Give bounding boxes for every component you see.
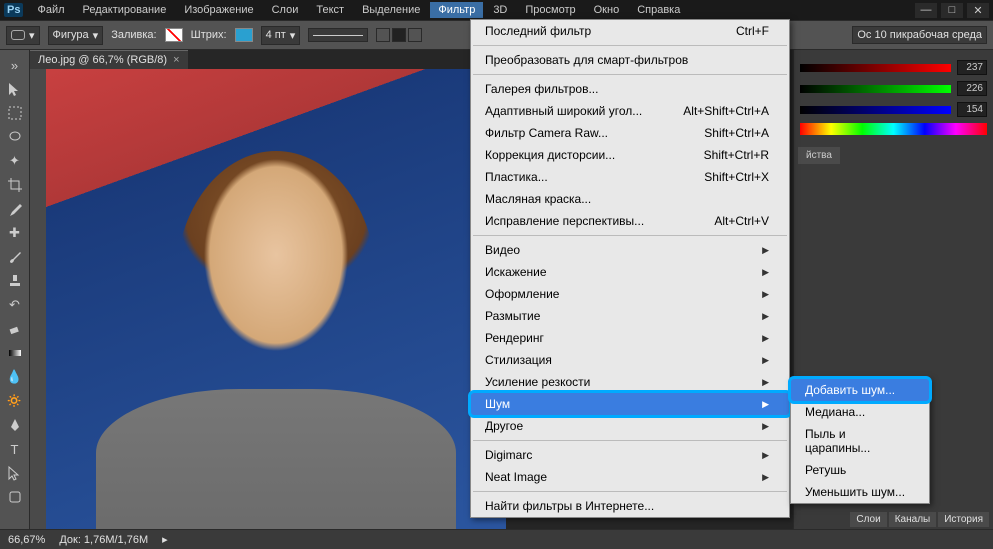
eraser-tool[interactable] bbox=[4, 318, 26, 340]
channels-tab[interactable]: Каналы bbox=[889, 512, 937, 527]
menu-filter[interactable]: Фильтр bbox=[430, 2, 483, 18]
history-brush-tool[interactable]: ↶ bbox=[4, 294, 26, 316]
menu-render[interactable]: Рендеринг▶ bbox=[471, 327, 789, 349]
menu-other[interactable]: Другое▶ bbox=[471, 415, 789, 437]
crop-tool[interactable] bbox=[4, 174, 26, 196]
red-slider[interactable] bbox=[800, 64, 951, 72]
shape-label: Фигура bbox=[53, 29, 89, 41]
status-bar: 66,67% Док: 1,76M/1,76M ▸ bbox=[0, 529, 993, 549]
shape-tool[interactable] bbox=[4, 486, 26, 508]
green-slider[interactable] bbox=[800, 85, 951, 93]
menu-median[interactable]: Медиана... bbox=[791, 401, 929, 423]
menu-text[interactable]: Текст bbox=[308, 2, 352, 18]
menu-video[interactable]: Видео▶ bbox=[471, 239, 789, 261]
maximize-button[interactable]: □ bbox=[941, 3, 963, 18]
properties-panel-tab[interactable]: йства bbox=[798, 147, 840, 164]
hue-strip[interactable] bbox=[800, 123, 987, 135]
stamp-tool[interactable] bbox=[4, 270, 26, 292]
align-box[interactable] bbox=[408, 28, 422, 42]
minimize-button[interactable]: — bbox=[915, 3, 937, 18]
brush-tool[interactable] bbox=[4, 246, 26, 268]
blue-slider[interactable] bbox=[800, 106, 951, 114]
menu-oil-paint[interactable]: Масляная краска... bbox=[471, 188, 789, 210]
align-box[interactable] bbox=[392, 28, 406, 42]
menu-retouch[interactable]: Ретушь bbox=[791, 459, 929, 481]
lower-panel-tabs: Слои Каналы История bbox=[850, 512, 989, 527]
menu-find-filters[interactable]: Найти фильтры в Интернете... bbox=[471, 495, 789, 517]
menu-window[interactable]: Окно bbox=[586, 2, 628, 18]
document-tab[interactable]: Лео.jpg @ 66,7% (RGB/8) × bbox=[30, 50, 188, 69]
lasso-tool[interactable] bbox=[4, 126, 26, 148]
dodge-tool[interactable]: 🔅 bbox=[4, 390, 26, 412]
ruler-vertical bbox=[30, 69, 46, 529]
menu-edit[interactable]: Редактирование bbox=[75, 2, 175, 18]
menu-last-filter[interactable]: Последний фильтрCtrl+F bbox=[471, 20, 789, 42]
menu-reduce-noise[interactable]: Уменьшить шум... bbox=[791, 481, 929, 503]
workspace-switcher[interactable]: Ос 10 пикрабочая среда bbox=[852, 26, 987, 44]
layers-tab[interactable]: Слои bbox=[850, 512, 886, 527]
document-image bbox=[46, 69, 506, 529]
pen-tool[interactable] bbox=[4, 414, 26, 436]
menu-stylize[interactable]: Стилизация▶ bbox=[471, 349, 789, 371]
red-value[interactable]: 237 bbox=[957, 60, 987, 75]
menu-filter-gallery[interactable]: Галерея фильтров... bbox=[471, 78, 789, 100]
window-controls: — □ ✕ bbox=[915, 3, 989, 18]
stroke-style[interactable] bbox=[308, 28, 368, 42]
menu-digimarc[interactable]: Digimarc▶ bbox=[471, 444, 789, 466]
tool-preset[interactable]: ▾ bbox=[6, 26, 40, 45]
eyedropper-tool[interactable] bbox=[4, 198, 26, 220]
marquee-tool[interactable] bbox=[4, 102, 26, 124]
fill-swatch[interactable] bbox=[165, 28, 183, 42]
menu-file[interactable]: Файл bbox=[29, 2, 72, 18]
green-value[interactable]: 226 bbox=[957, 81, 987, 96]
stroke-label: Штрих: bbox=[191, 29, 227, 41]
filter-dropdown: Последний фильтрCtrl+F Преобразовать для… bbox=[470, 19, 790, 518]
healing-tool[interactable]: ✚ bbox=[4, 222, 26, 244]
menu-select[interactable]: Выделение bbox=[354, 2, 428, 18]
stroke-width[interactable]: 4 пт ▾ bbox=[261, 26, 301, 45]
blur-tool[interactable]: 💧 bbox=[4, 366, 26, 388]
gradient-tool[interactable] bbox=[4, 342, 26, 364]
menu-lens-correction[interactable]: Коррекция дисторсии...Shift+Ctrl+R bbox=[471, 144, 789, 166]
type-tool[interactable]: T bbox=[4, 438, 26, 460]
menu-dust-scratches[interactable]: Пыль и царапины... bbox=[791, 423, 929, 459]
menu-blur[interactable]: Размытие▶ bbox=[471, 305, 789, 327]
toolbox: » ✦ ✚ ↶ 💧 🔅 T bbox=[0, 50, 30, 529]
menu-smart-convert[interactable]: Преобразовать для смарт-фильтров bbox=[471, 49, 789, 71]
menu-adaptive-wide[interactable]: Адаптивный широкий угол...Alt+Shift+Ctrl… bbox=[471, 100, 789, 122]
fill-label: Заливка: bbox=[111, 29, 156, 41]
status-arrow-icon[interactable]: ▸ bbox=[162, 533, 168, 546]
menu-liquify[interactable]: Пластика...Shift+Ctrl+X bbox=[471, 166, 789, 188]
menu-add-noise[interactable]: Добавить шум... bbox=[788, 376, 932, 404]
menu-3d[interactable]: 3D bbox=[485, 2, 515, 18]
menu-noise[interactable]: Шум▶ bbox=[468, 390, 792, 418]
doc-size: Док: 1,76M/1,76M bbox=[59, 534, 148, 546]
menu-vanishing-point[interactable]: Исправление перспективы...Alt+Ctrl+V bbox=[471, 210, 789, 232]
menu-view[interactable]: Просмотр bbox=[517, 2, 583, 18]
noise-submenu: Добавить шум... Медиана... Пыль и царапи… bbox=[790, 378, 930, 504]
menu-pixelate[interactable]: Оформление▶ bbox=[471, 283, 789, 305]
tab-close-icon[interactable]: × bbox=[173, 54, 179, 66]
history-tab[interactable]: История bbox=[938, 512, 989, 527]
close-button[interactable]: ✕ bbox=[967, 3, 989, 18]
zoom-level[interactable]: 66,67% bbox=[8, 534, 45, 546]
menu-camera-raw[interactable]: Фильтр Camera Raw...Shift+Ctrl+A bbox=[471, 122, 789, 144]
collapse-icon[interactable]: » bbox=[4, 54, 26, 76]
title-bar: Ps Файл Редактирование Изображение Слои … bbox=[0, 0, 993, 20]
align-box[interactable] bbox=[376, 28, 390, 42]
menu-image[interactable]: Изображение bbox=[176, 2, 261, 18]
blue-value[interactable]: 154 bbox=[957, 102, 987, 117]
menu-layers[interactable]: Слои bbox=[264, 2, 307, 18]
menu-neat-image[interactable]: Neat Image▶ bbox=[471, 466, 789, 488]
menu-bar: Файл Редактирование Изображение Слои Тек… bbox=[29, 2, 915, 18]
menu-help[interactable]: Справка bbox=[629, 2, 688, 18]
path-tool[interactable] bbox=[4, 462, 26, 484]
move-tool[interactable] bbox=[4, 78, 26, 100]
app-logo: Ps bbox=[4, 3, 23, 17]
stroke-swatch[interactable] bbox=[235, 28, 253, 42]
tab-title: Лео.jpg @ 66,7% (RGB/8) bbox=[38, 54, 167, 66]
wand-tool[interactable]: ✦ bbox=[4, 150, 26, 172]
shape-mode[interactable]: Фигура ▾ bbox=[48, 26, 104, 45]
menu-distort[interactable]: Искажение▶ bbox=[471, 261, 789, 283]
